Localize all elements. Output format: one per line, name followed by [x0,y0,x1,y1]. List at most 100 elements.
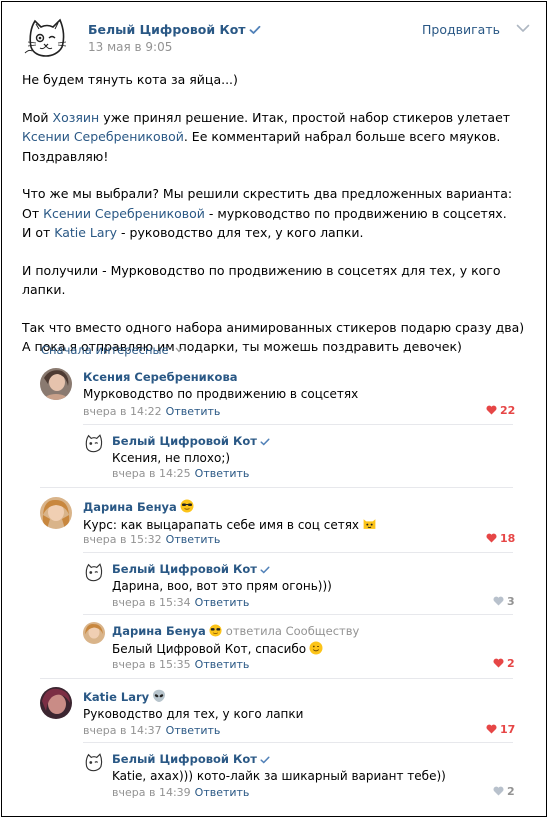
comment-time[interactable]: вчера в 14:22 [83,405,162,418]
comment-meta: вчера в 14:39 Ответить [112,786,249,799]
cat-logo-icon [85,434,103,453]
post-paragraph: Не будем тянуть кота за яйца...) [22,72,238,87]
like-button[interactable]: 18 [486,532,515,545]
text-run: - руководство для тех, у кого лапки. [117,225,364,240]
comment-meta: вчера в 15:35 Ответить [112,658,249,671]
alien-emoji-icon [153,689,166,702]
comment-time[interactable]: вчера в 15:34 [112,596,191,609]
comment-text-body: Белый Цифровой Кот, спасибо [112,642,307,656]
text-run: - мурководство по продвижению в соцсетях… [204,205,507,221]
comment-author[interactable]: Ксения Серебреникова [83,370,238,384]
comment-author[interactable]: Белый Цифровой Кот [112,434,270,448]
heart-icon [493,658,504,668]
divider [83,614,513,615]
comment-author[interactable]: Дарина Бенуа [83,499,194,514]
reply-button[interactable]: Ответить [166,405,221,418]
comment-author[interactable]: Дарина Бенуа ответила Сообществу [112,624,359,638]
post-body: Не будем тянуть кота за яйца...) Мой Хоз… [22,70,532,375]
comment-text-body: Курс: как выцарапать себе имя в соц сетя… [83,518,360,532]
comment-author-name[interactable]: Белый Цифровой Кот [112,562,257,576]
like-button[interactable]: 2 [493,785,515,798]
verified-icon [260,438,270,446]
comment-time[interactable]: вчера в 15:32 [83,533,162,546]
comment-text: Ксения, не плохо;) [112,451,231,465]
reply-button[interactable]: Ответить [195,596,250,609]
comment-author-name[interactable]: Katie Lary [83,690,149,704]
like-count: 2 [507,657,515,670]
avatar[interactable] [83,432,105,454]
avatar[interactable] [83,622,105,644]
comment-author[interactable]: Katie Lary [83,689,166,704]
heart-icon [486,724,497,734]
post-date[interactable]: 13 мая в 9:05 [88,40,172,54]
comment-time[interactable]: вчера в 15:35 [112,658,191,671]
reply-button[interactable]: Ответить [166,724,221,737]
like-count: 22 [500,404,516,417]
post-author-name[interactable]: Белый Цифровой Кот [88,22,246,37]
divider [40,678,513,679]
avatar[interactable] [40,687,72,719]
comment-meta: вчера в 14:37 Ответить [83,724,220,737]
comment-meta: вчера в 14:25 Ответить [112,467,249,480]
like-button[interactable]: 3 [493,595,515,608]
comment-time[interactable]: вчера в 14:25 [112,467,191,480]
comment-author[interactable]: Белый Цифровой Кот [112,752,270,766]
divider [83,424,513,425]
comment-author-name[interactable]: Белый Цифровой Кот [112,434,257,448]
comment-time[interactable]: вчера в 14:37 [83,724,162,737]
cat-emoji-icon [363,519,376,529]
post-paragraph: И получили - Мурководство по продвижению… [22,262,501,298]
comment-author-name[interactable]: Дарина Бенуа [83,500,177,514]
user-mention-link[interactable]: Ксении Серебрениковой [43,206,205,221]
text-run: И от [22,225,55,240]
like-button[interactable]: 22 [486,404,515,417]
cat-logo-icon [85,753,103,772]
user-photo-icon [83,622,105,644]
post-author[interactable]: Белый Цифровой Кот [88,22,261,37]
user-mention-link[interactable]: Katie Lary [54,225,117,240]
divider [83,552,513,553]
avatar[interactable] [83,561,105,583]
reply-button[interactable]: Ответить [195,786,250,799]
user-photo-icon [40,687,72,719]
reply-button[interactable]: Ответить [166,533,221,546]
verified-icon [260,566,270,574]
comment-text: Katie, ахах))) кото-лайк за шикарный вар… [112,769,446,783]
like-button[interactable]: 2 [493,657,515,670]
replied-to-label[interactable]: ответила Сообществу [226,624,360,638]
user-photo-icon [40,497,72,529]
user-photo-icon [40,368,72,400]
comment-time[interactable]: вчера в 14:39 [112,786,191,799]
comment-text: Мурководство по продвижению в соцсетях [83,387,359,401]
chevron-down-icon[interactable] [516,24,530,33]
comments-sort-label[interactable]: Сначала интересные [41,343,169,357]
author-avatar[interactable] [23,13,71,61]
reply-button[interactable]: Ответить [195,658,250,671]
like-count: 17 [500,723,516,736]
comment-author[interactable]: Белый Цифровой Кот [112,562,270,576]
heart-icon [493,596,504,606]
owner-link[interactable]: Хозяин [53,110,100,125]
divider [40,487,513,488]
text-run: Что же мы выбрали? Мы решили скрестить д… [22,186,513,201]
comment-text: Дарина, воо, вот это прям огонь))) [112,579,332,593]
divider [83,742,513,743]
avatar[interactable] [40,497,72,529]
avatar[interactable] [40,368,72,400]
avatar[interactable] [83,751,105,773]
comment-meta: вчера в 15:32 Ответить [83,533,220,546]
verified-icon [260,756,270,764]
user-mention-link[interactable]: Ксении Серебрениковой [22,129,184,144]
cat-logo-icon [85,563,103,582]
post-card: Белый Цифровой Кот 13 мая в 9:05 Продвиг… [1,1,547,817]
comment-author-name[interactable]: Белый Цифровой Кот [112,752,257,766]
reply-button[interactable]: Ответить [195,467,250,480]
comment-text: Руководство для тех, у кого лапки [83,707,304,721]
promote-button[interactable]: Продвигать [422,22,500,37]
like-button[interactable]: 17 [486,723,515,736]
comment-text: Курс: как выцарапать себе имя в соц сетя… [83,516,377,532]
comments-sort-dropdown[interactable]: Сначала интересные [41,343,183,357]
text-run: Мой [22,109,53,125]
comment-author-name[interactable]: Дарина Бенуа [112,624,206,638]
cat-logo-icon [24,18,67,57]
